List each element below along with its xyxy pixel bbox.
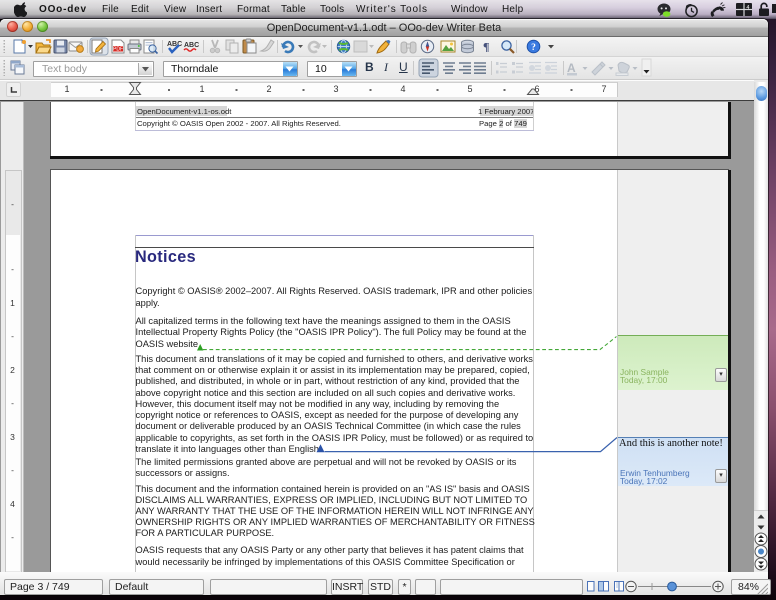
svg-text:5: 5: [467, 84, 472, 94]
svg-text:¶: ¶: [483, 40, 489, 54]
svg-text:3: 3: [333, 84, 338, 94]
svg-text:?: ?: [531, 43, 536, 53]
svg-text:1: 1: [64, 84, 69, 94]
svg-text:7: 7: [601, 84, 606, 94]
svg-text:1: 1: [199, 84, 204, 94]
svg-text:4: 4: [746, 5, 749, 11]
svg-text:A: A: [567, 61, 576, 75]
svg-text:ABC: ABC: [167, 41, 182, 48]
svg-text:ABC: ABC: [184, 42, 199, 49]
svg-text:4: 4: [400, 84, 405, 94]
svg-text:PDF: PDF: [113, 47, 123, 53]
svg-text:2: 2: [266, 84, 271, 94]
